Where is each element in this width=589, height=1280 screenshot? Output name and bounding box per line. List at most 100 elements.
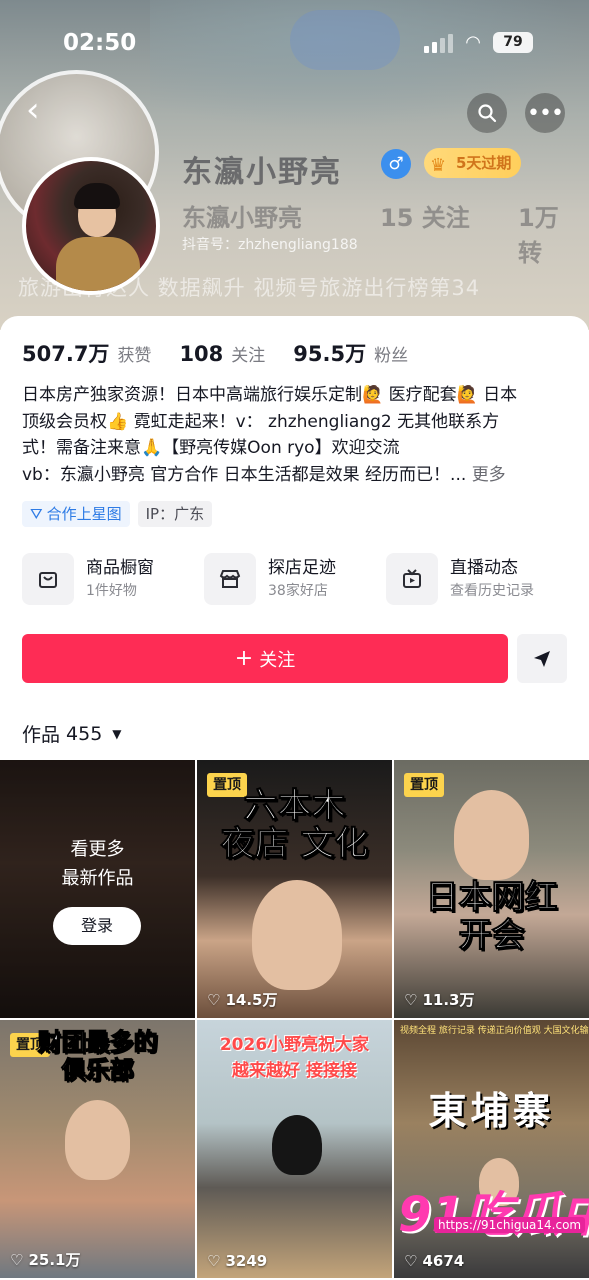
battery-icon: 79 bbox=[493, 32, 533, 53]
tile-likes: ♡ 25.1万 bbox=[10, 1249, 80, 1270]
tile-cover-text: 越来越好 接接接 bbox=[232, 1061, 357, 1081]
tv-icon bbox=[386, 553, 438, 605]
likes-value: 3249 bbox=[225, 1252, 268, 1270]
followers-count[interactable]: 95.5万 bbox=[293, 338, 366, 368]
more-icon: ••• bbox=[527, 100, 564, 126]
tags-row: ⛛ 合作上星图 IP：广东 bbox=[22, 501, 213, 527]
follow-label: 关注 bbox=[259, 649, 296, 671]
tile-person bbox=[272, 1115, 322, 1175]
watermark-url: https://91chigua14.com bbox=[434, 1217, 586, 1233]
tile-likes: ♡ 3249 bbox=[207, 1252, 267, 1270]
banner-name-overlay: 东瀛小野亮 bbox=[182, 204, 302, 232]
star-map-tag[interactable]: ⛛ 合作上星图 bbox=[22, 501, 130, 527]
ip-location-tag: IP：广东 bbox=[137, 501, 213, 527]
see-more-text: 看更多 最新作品 bbox=[0, 835, 195, 893]
shop-entries: 商品橱窗 1件好物 探店足迹 38家好店 直播动态 查看历史记录 bbox=[22, 553, 582, 605]
login-button[interactable]: 登录 bbox=[53, 907, 141, 945]
shop-entry-stores[interactable]: 探店足迹 38家好店 bbox=[204, 553, 386, 605]
video-tile-login[interactable]: 看更多 最新作品 登录 bbox=[0, 760, 195, 1018]
status-time: 02:50 bbox=[63, 30, 137, 56]
heart-icon: ♡ bbox=[207, 1252, 221, 1270]
heart-icon: ♡ bbox=[10, 1250, 24, 1269]
likes-value: 4674 bbox=[422, 1252, 465, 1270]
shop-entry-title: 商品橱窗 bbox=[86, 558, 154, 578]
douyin-id[interactable]: 抖音号：zhzhengliang188 bbox=[182, 234, 358, 254]
following-label[interactable]: 关注 bbox=[231, 341, 265, 366]
crown-icon: ♛ bbox=[430, 155, 447, 176]
works-tab[interactable]: 作品 455 ▼ bbox=[22, 720, 122, 747]
pinned-badge: 置顶 bbox=[404, 773, 444, 797]
following-count[interactable]: 108 bbox=[179, 342, 223, 366]
tile-cover-text: 2026小野亮祝大家 bbox=[219, 1035, 370, 1055]
heart-icon: ♡ bbox=[207, 990, 221, 1009]
works-count: 455 bbox=[66, 722, 103, 745]
verified-icon: ♂ bbox=[381, 149, 411, 179]
bio-line-last: vb：东瀛小野亮 官方合作 日本生活都是效果 经历而已！... 更多 bbox=[22, 462, 567, 489]
video-tile[interactable]: 置顶 财团最多的 俱乐部 ♡ 25.1万 bbox=[0, 1020, 195, 1278]
back-button[interactable]: ‹ bbox=[26, 93, 60, 129]
tile-top-caption: 视频全程 旅行记录 传递正向价值观 大国文化输出 bbox=[400, 1026, 589, 1036]
tile-person bbox=[454, 790, 529, 880]
video-tile[interactable]: 2026小野亮祝大家 越来越好 接接接 ♡ 3249 bbox=[197, 1020, 392, 1278]
see-more-line: 最新作品 bbox=[61, 868, 134, 889]
expiry-badge[interactable]: ♛ 5天过期 bbox=[424, 148, 522, 178]
bio-more-link[interactable]: 更多 bbox=[472, 465, 506, 485]
likes-value: 25.1万 bbox=[28, 1251, 81, 1269]
likes-label: 获赞 bbox=[117, 346, 152, 366]
plus-icon: + bbox=[234, 646, 254, 671]
shop-entry-title: 探店足迹 bbox=[268, 558, 336, 578]
shop-entry-sub: 查看历史记录 bbox=[450, 583, 534, 599]
bio-line: vb：东瀛小野亮 官方合作 日本生活都是效果 经历而已！... bbox=[22, 464, 467, 485]
banner-following-stat: 15 关注 bbox=[380, 204, 470, 232]
search-button[interactable] bbox=[467, 93, 507, 133]
video-tile[interactable]: 置顶 六本木 夜店 文化 ♡ 14.5万 bbox=[197, 760, 392, 1018]
follow-button[interactable]: + 关注 bbox=[22, 634, 508, 683]
likes-value: 14.5万 bbox=[225, 991, 278, 1009]
heart-icon: ♡ bbox=[404, 1252, 418, 1270]
status-icons: ◠ 79 bbox=[424, 32, 533, 53]
profile-card: 507.7万 获赞 108 关注 95.5万 粉丝 日本房产独家资源！日本中高端… bbox=[0, 316, 589, 1280]
shop-entry-sub: 38家好店 bbox=[268, 583, 328, 599]
heart-icon: ♡ bbox=[404, 990, 418, 1009]
tile-cover-text: 東埔寨 bbox=[428, 1088, 555, 1133]
banner-other-stat: 1万 转 bbox=[518, 204, 559, 267]
signal-icon bbox=[424, 33, 454, 53]
more-options-button[interactable]: ••• bbox=[525, 93, 565, 133]
tile-cover-text: 夜店 文化 bbox=[220, 824, 369, 865]
tile-cover-text: 俱乐部 bbox=[61, 1056, 134, 1085]
star-map-icon: ⛛ bbox=[30, 505, 43, 523]
star-map-label: 合作上星图 bbox=[46, 505, 122, 523]
bag-icon bbox=[22, 553, 74, 605]
avatar[interactable] bbox=[22, 157, 160, 295]
profile-name: 东瀛小野亮 bbox=[182, 155, 342, 190]
bio-line: 日本房产独家资源！日本中高端旅行娱乐定制🙋 医疗配套🙋 日本 bbox=[22, 385, 518, 405]
video-tile[interactable]: 置顶 日本网红 开会 ♡ 11.3万 bbox=[394, 760, 589, 1018]
banner-blur-blue bbox=[290, 10, 400, 70]
message-button[interactable] bbox=[517, 634, 567, 683]
shop-entry-live[interactable]: 直播动态 查看历史记录 bbox=[386, 553, 568, 605]
avatar-hair bbox=[74, 183, 120, 209]
tile-likes: ♡ 14.5万 bbox=[207, 989, 277, 1010]
likes-value: 11.3万 bbox=[422, 991, 475, 1009]
video-grid: 看更多 最新作品 登录 置顶 六本木 夜店 文化 ♡ 14.5万 置顶 日本网红 … bbox=[0, 760, 589, 1278]
stats-row: 507.7万 获赞 108 关注 95.5万 粉丝 bbox=[22, 338, 428, 368]
tile-person bbox=[252, 880, 342, 990]
likes-count: 507.7万 bbox=[22, 342, 110, 366]
works-label: 作品 bbox=[22, 724, 61, 746]
shop-entry-title: 直播动态 bbox=[450, 558, 518, 578]
send-icon bbox=[534, 650, 550, 667]
bio-line: 顶级会员权👍 霓虹走起来！v： zhzhengliang2 无其他联系方 bbox=[22, 411, 500, 432]
caret-down-icon: ▼ bbox=[112, 726, 122, 741]
tile-person bbox=[65, 1100, 130, 1180]
followers-label[interactable]: 粉丝 bbox=[374, 341, 408, 366]
wifi-icon: ◠ bbox=[465, 32, 481, 53]
watermark-logo: 91吃瓜中心 bbox=[398, 1187, 589, 1243]
video-tile[interactable]: 视频全程 旅行记录 传递正向价值观 大国文化输出 東埔寨 91吃瓜中心 http… bbox=[394, 1020, 589, 1278]
bio[interactable]: 日本房产独家资源！日本中高端旅行娱乐定制🙋 医疗配套🙋 日本 顶级会员权👍 霓虹… bbox=[22, 382, 567, 488]
shop-entry-products[interactable]: 商品橱窗 1件好物 bbox=[22, 553, 204, 605]
tile-likes: ♡ 4674 bbox=[404, 1252, 464, 1270]
search-icon bbox=[478, 104, 497, 123]
tile-cover-text: 开会 bbox=[458, 915, 525, 955]
see-more-line: 看更多 bbox=[70, 839, 125, 860]
store-icon bbox=[204, 553, 256, 605]
